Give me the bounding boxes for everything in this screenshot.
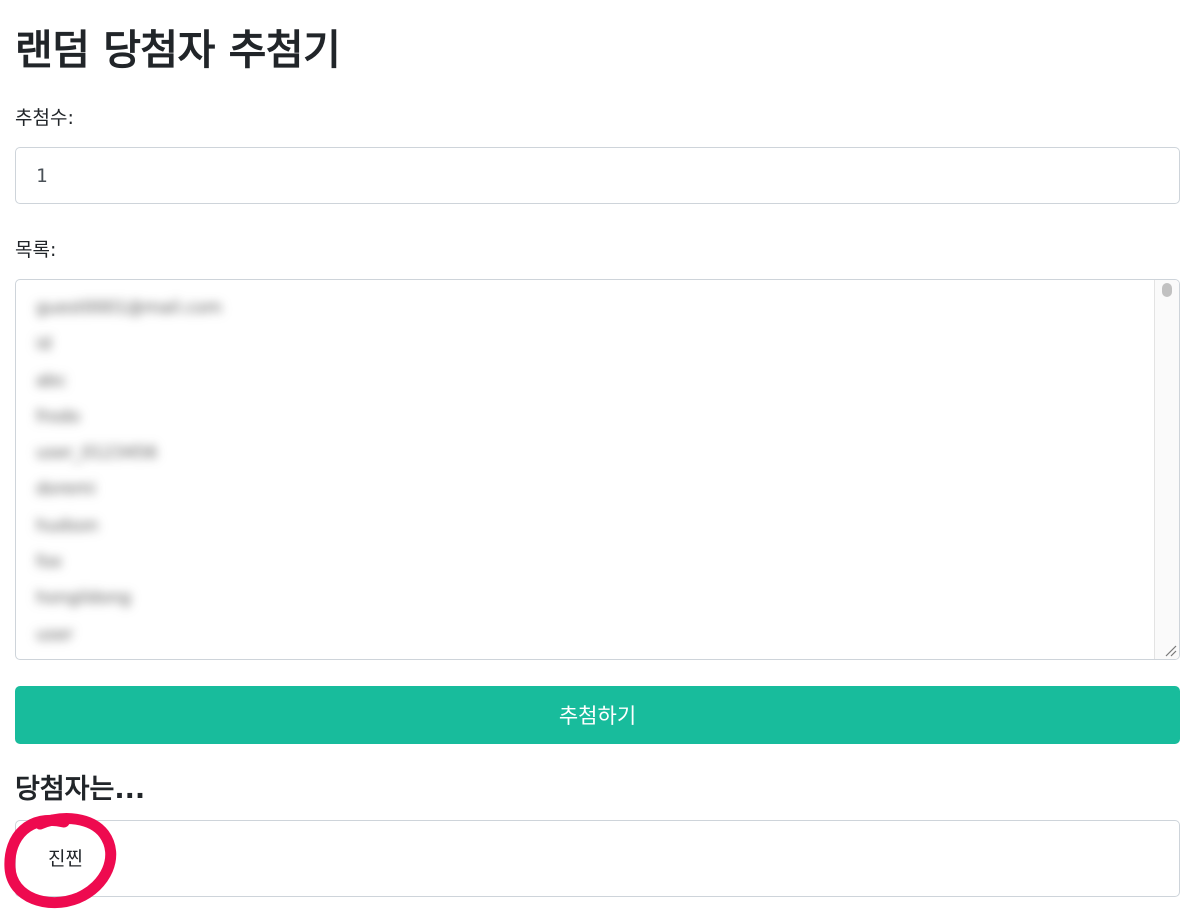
count-input[interactable] bbox=[15, 147, 1180, 204]
resize-grip-icon[interactable] bbox=[1163, 643, 1177, 657]
list-item: user bbox=[36, 624, 74, 645]
list-textarea[interactable]: guest0001@mail.com id abc frodo user_012… bbox=[15, 279, 1180, 660]
list-item: hongildong bbox=[36, 588, 131, 609]
list-item: hudson bbox=[36, 515, 99, 536]
scroll-thumb[interactable] bbox=[1162, 283, 1172, 297]
list-item: user_0123456 bbox=[36, 443, 158, 464]
list-scrollbar[interactable] bbox=[1154, 280, 1179, 659]
list-item: guest0001@mail.com bbox=[36, 298, 222, 318]
list-items: guest0001@mail.com id abc frodo user_012… bbox=[36, 290, 222, 653]
draw-button[interactable]: 추첨하기 bbox=[15, 686, 1180, 744]
list-item: abc bbox=[36, 370, 67, 391]
winner-name: 진찐 bbox=[48, 848, 83, 870]
result-box: 진찐 bbox=[15, 820, 1180, 897]
list-item: frodo bbox=[36, 406, 81, 427]
list-item: fox bbox=[36, 552, 62, 573]
page-title: 랜덤 당첨자 추첨기 bbox=[15, 26, 341, 74]
list-item: id bbox=[36, 334, 52, 355]
count-label: 추첨수: bbox=[15, 107, 74, 129]
list-item: doremi bbox=[36, 479, 96, 500]
result-heading: 당첨자는... bbox=[15, 774, 146, 805]
page: 랜덤 당첨자 추첨기 추첨수: 목록: guest0001@mail.com i… bbox=[0, 0, 1200, 918]
list-label: 목록: bbox=[15, 239, 57, 261]
